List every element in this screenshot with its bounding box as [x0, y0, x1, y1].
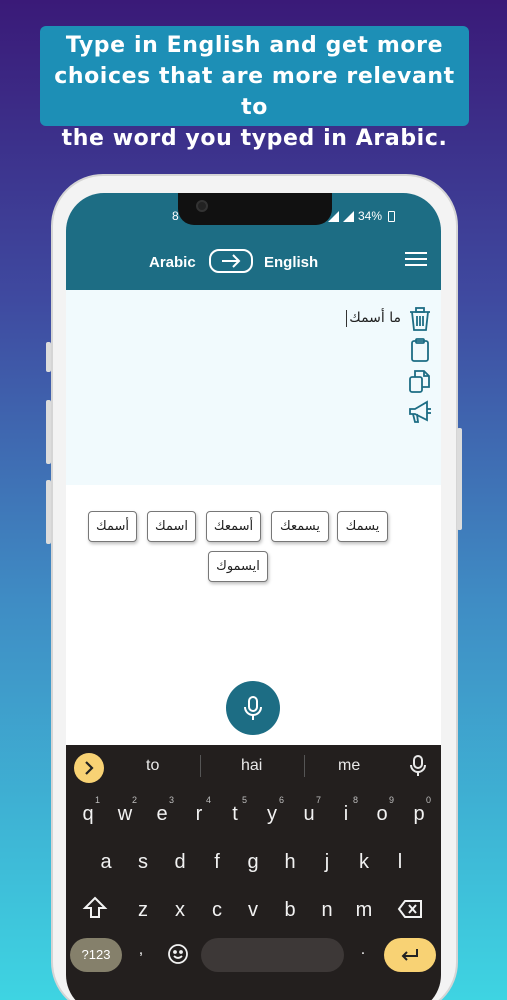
emoji-icon	[168, 944, 188, 964]
key[interactable]: z	[128, 899, 158, 922]
swap-languages-button[interactable]	[209, 249, 253, 273]
suggestion-chip[interactable]: أسمعك	[206, 511, 261, 542]
shift-key[interactable]	[82, 895, 108, 925]
promo-banner: Type in English and get more choices tha…	[40, 26, 469, 151]
camera-lens	[196, 200, 208, 212]
arrow-right-icon	[222, 254, 241, 268]
keyboard-suggestion[interactable]: hai	[241, 757, 262, 775]
suggestion-chip[interactable]: يسمك	[337, 511, 388, 542]
promo-line-3: the word you typed in Arabic.	[61, 126, 448, 151]
key[interactable]: d	[165, 851, 195, 874]
copy-icon[interactable]	[407, 368, 433, 394]
signal-icon	[343, 210, 354, 222]
suggestion-chip[interactable]: ايسموك	[208, 551, 268, 582]
suggestion-chip[interactable]: أسمك	[88, 511, 137, 542]
key[interactable]: y	[257, 803, 287, 826]
battery-icon	[388, 210, 396, 222]
key[interactable]: b	[275, 899, 305, 922]
suggestion-chip[interactable]: يسمعك	[271, 511, 329, 542]
key[interactable]: j	[312, 851, 342, 874]
key[interactable]: a	[91, 851, 121, 874]
key[interactable]: e	[147, 803, 177, 826]
key[interactable]: n	[312, 899, 342, 922]
key[interactable]: s	[128, 851, 158, 874]
symbols-key[interactable]: ?123	[70, 938, 122, 972]
phone-screen: 8 34% Arabic English ما أسمك يسمك يسمعك …	[66, 193, 441, 1000]
phone-side-button	[46, 480, 51, 544]
source-language[interactable]: Arabic	[149, 254, 196, 271]
key[interactable]: l	[385, 851, 415, 874]
phone-side-button	[46, 342, 51, 372]
promo-line-1: Type in English and get more	[65, 33, 444, 58]
text-cursor	[346, 310, 347, 327]
key[interactable]: q	[73, 803, 103, 826]
divider	[304, 755, 305, 777]
comma-key[interactable]: ,	[126, 941, 156, 959]
input-text[interactable]: ما أسمك	[349, 310, 401, 326]
trash-icon[interactable]	[407, 306, 433, 332]
suggestion-chip[interactable]: اسمك	[147, 511, 196, 542]
key[interactable]: x	[165, 899, 195, 922]
expand-suggestions-button[interactable]	[74, 753, 104, 783]
key[interactable]: i	[331, 803, 361, 826]
battery-percent: 34%	[358, 209, 383, 223]
status-bar-right: 34%	[328, 209, 396, 223]
input-area[interactable]: ما أسمك	[66, 290, 441, 485]
emoji-key[interactable]	[167, 943, 189, 969]
period-key[interactable]: .	[348, 941, 378, 959]
space-key[interactable]	[201, 938, 344, 972]
key[interactable]: w	[110, 803, 140, 826]
enter-key[interactable]	[384, 938, 436, 972]
key[interactable]: o	[367, 803, 397, 826]
clipboard-icon[interactable]	[407, 337, 433, 363]
key[interactable]: k	[349, 851, 379, 874]
key[interactable]: p	[404, 803, 434, 826]
keyboard: to hai me 1 q 2 w 3 e 4 r 5 t 6 y 7 u 8 …	[66, 745, 441, 1000]
keyboard-suggestion[interactable]: me	[338, 757, 360, 775]
backspace-key[interactable]	[397, 899, 423, 923]
key[interactable]: c	[202, 899, 232, 922]
voice-input-button[interactable]	[226, 681, 280, 735]
target-language[interactable]: English	[264, 254, 318, 271]
phone-side-button	[457, 428, 462, 530]
key[interactable]: r	[184, 803, 214, 826]
shift-icon	[82, 896, 108, 918]
key[interactable]: u	[294, 803, 324, 826]
chevron-right-icon	[85, 761, 94, 775]
key[interactable]: f	[202, 851, 232, 874]
keyboard-mic-icon[interactable]	[408, 754, 428, 782]
key[interactable]: h	[275, 851, 305, 874]
hamburger-icon[interactable]	[405, 252, 427, 268]
key[interactable]: t	[220, 803, 250, 826]
megaphone-icon[interactable]	[407, 399, 433, 425]
key[interactable]: m	[349, 899, 379, 922]
backspace-icon	[397, 900, 422, 918]
enter-icon	[401, 949, 418, 961]
keyboard-suggestion[interactable]: to	[146, 757, 159, 775]
phone-side-button	[46, 400, 51, 464]
microphone-icon	[244, 696, 262, 720]
key[interactable]: g	[238, 851, 268, 874]
key[interactable]: v	[238, 899, 268, 922]
promo-line-2: choices that are more relevant to	[54, 64, 455, 120]
divider	[200, 755, 201, 777]
